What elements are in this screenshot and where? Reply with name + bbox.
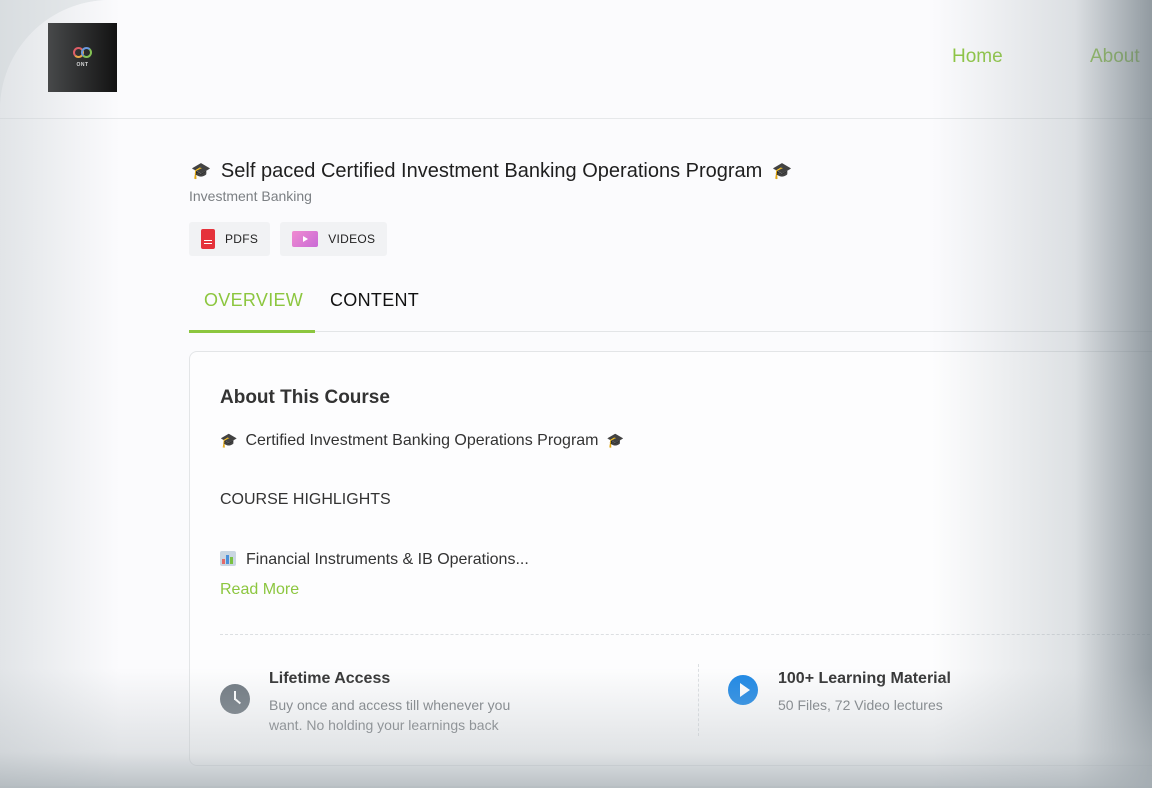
bar-chart-icon <box>220 551 236 566</box>
clock-icon <box>220 684 250 714</box>
videos-chip: VIDEOS <box>280 222 388 256</box>
course-title-row: 🎓 Self paced Certified Investment Bankin… <box>191 160 792 183</box>
course-description-line: 🎓 Certified Investment Banking Operations… <box>220 432 624 450</box>
logo-text: ONT <box>76 62 89 68</box>
top-header: ONT Home About <box>0 0 1152 119</box>
about-course-card: About This Course 🎓 Certified Investment … <box>189 351 1152 766</box>
pdfs-chip: PDFS <box>189 222 271 256</box>
nav-about-link[interactable]: About <box>1090 46 1140 68</box>
video-icon <box>292 231 319 247</box>
highlight-line: Financial Instruments & IB Operations... <box>220 551 529 569</box>
graduation-cap-icon: 🎓 <box>191 162 211 180</box>
play-icon <box>728 675 758 705</box>
site-logo[interactable]: ONT <box>48 23 117 92</box>
material-chips: PDFS VIDEOS <box>189 222 388 256</box>
videos-chip-label: VIDEOS <box>328 232 376 246</box>
lifetime-access-title: Lifetime Access <box>269 670 391 687</box>
tab-content[interactable]: CONTENT <box>330 290 419 311</box>
graduation-cap-icon: 🎓 <box>606 432 624 448</box>
about-heading: About This Course <box>220 387 390 408</box>
course-title: Self paced Certified Investment Banking … <box>220 160 763 182</box>
graduation-cap-icon: 🎓 <box>772 162 793 180</box>
learning-material-desc: 50 Files, 72 Video lectures <box>778 697 943 713</box>
logo-infinity-icon <box>72 47 93 59</box>
course-tabs: OVERVIEW CONTENT <box>189 280 1152 333</box>
read-more-link[interactable]: Read More <box>220 581 299 599</box>
divider <box>220 634 1152 635</box>
nav-home-link[interactable]: Home <box>952 46 1003 68</box>
tab-overview[interactable]: OVERVIEW <box>204 290 303 311</box>
page-surface: ONT Home About 🎓 Self paced Certified In… <box>0 0 1152 786</box>
learning-material-title: 100+ Learning Material <box>778 670 951 687</box>
pdfs-chip-label: PDFS <box>225 232 259 246</box>
active-tab-indicator <box>189 330 315 333</box>
graduation-cap-icon: 🎓 <box>220 432 238 448</box>
lifetime-access-desc: Buy once and access till whenever you wa… <box>269 697 511 733</box>
highlight-text: Financial Instruments & IB Operations... <box>246 551 529 568</box>
feature-divider <box>698 664 699 736</box>
course-category: Investment Banking <box>189 188 312 204</box>
course-highlights-heading: COURSE HIGHLIGHTS <box>220 491 391 508</box>
description-text: Certified Investment Banking Operations … <box>245 432 599 449</box>
pdf-file-icon <box>201 229 215 249</box>
